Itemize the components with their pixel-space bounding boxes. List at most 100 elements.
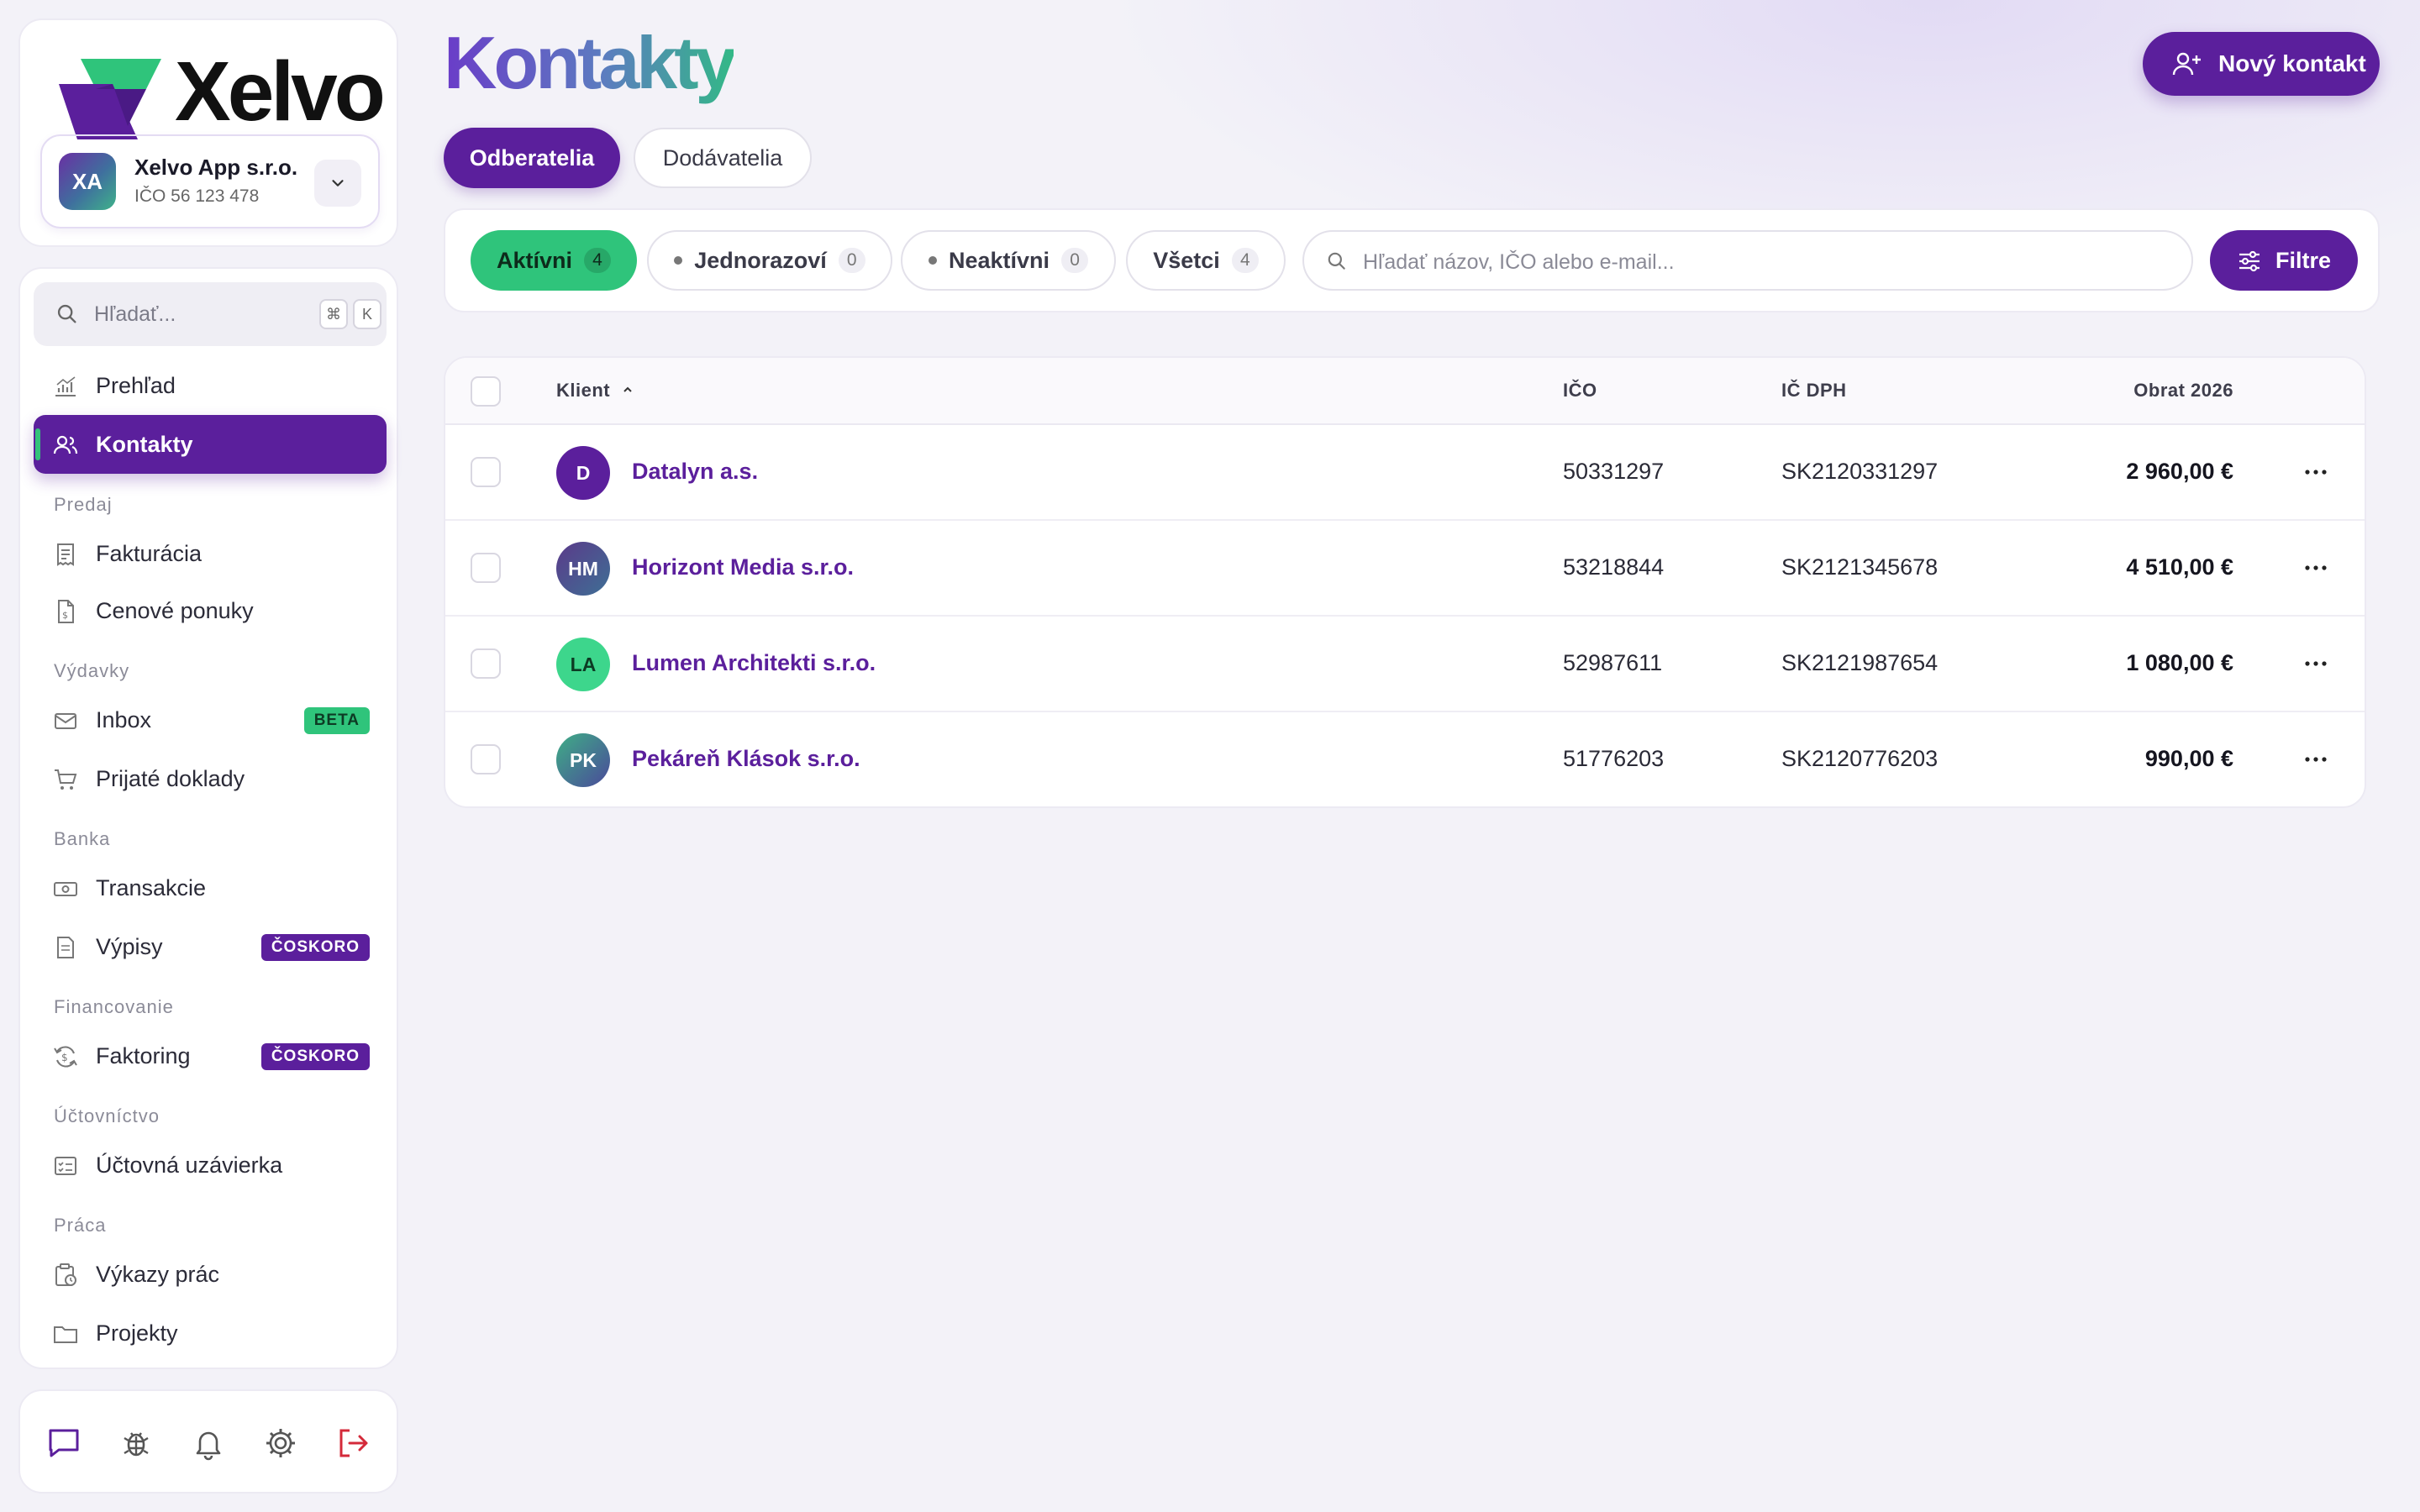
brand-card: Xelvo XA Xelvo App s.r.o. IČO 56 123 478 <box>18 18 398 247</box>
sliders-icon <box>2239 250 2260 272</box>
more-actions-icon[interactable] <box>2299 554 2333 581</box>
shortcut-k-key: K <box>353 299 381 329</box>
section-label-financovanie: Financovanie <box>54 996 174 1017</box>
section-label-vydavky: Výdavky <box>54 660 130 681</box>
table-header: Klient IČO IČ DPH Obrat 2026 <box>445 358 2365 425</box>
tab-odberatelia[interactable]: Odberatelia <box>444 128 620 188</box>
filter-chip-jednorazovi[interactable]: Jednorazoví 0 <box>647 230 892 291</box>
bell-icon[interactable] <box>190 1425 227 1462</box>
sidebar-search-input[interactable]: Hľadať... ⌘ K <box>34 282 387 346</box>
sidebar-item-label: Prehľad <box>96 373 176 398</box>
statement-icon <box>57 937 74 958</box>
client-name-link[interactable]: Horizont Media s.r.o. <box>632 554 854 580</box>
client-avatar: PK <box>556 733 610 787</box>
sidebar-item-transakcie[interactable]: Transakcie <box>34 858 387 917</box>
sidebar-footer <box>18 1389 398 1494</box>
table-row[interactable]: PK Pekáreň Klások s.r.o. 51776203 SK2120… <box>445 712 2365 806</box>
filter-chip-vsetci[interactable]: Všetci 4 <box>1126 230 1286 291</box>
cart-icon <box>55 769 77 790</box>
company-dropdown-button[interactable] <box>314 160 361 207</box>
filter-button-label: Filtre <box>2275 248 2332 273</box>
client-ico: 53218844 <box>1563 554 1665 580</box>
tab-dodavatelia[interactable]: Dodávatelia <box>634 128 812 188</box>
more-actions-icon[interactable] <box>2299 746 2333 773</box>
client-turnover: 4 510,00 € <box>2126 554 2233 580</box>
sidebar-item-projekty[interactable]: Projekty <box>34 1304 387 1362</box>
table-row[interactable]: D Datalyn a.s. 50331297 SK2120331297 2 9… <box>445 425 2365 521</box>
cash-icon <box>54 882 77 896</box>
column-client[interactable]: Klient <box>556 380 634 402</box>
more-actions-icon[interactable] <box>2299 650 2333 677</box>
chip-label: Neaktívni <box>948 247 1050 273</box>
sidebar-item-fakturacia[interactable]: Fakturácia <box>34 524 387 583</box>
column-dic[interactable]: IČ DPH <box>1781 380 1847 402</box>
sidebar-item-vypisy[interactable]: Výpisy ČOSKORO <box>34 917 387 976</box>
chip-count: 4 <box>584 248 612 273</box>
more-actions-icon[interactable] <box>2299 459 2333 486</box>
client-avatar: LA <box>556 638 610 691</box>
client-name-link[interactable]: Pekáreň Klások s.r.o. <box>632 746 860 772</box>
table-row[interactable]: LA Lumen Architekti s.r.o. 52987611 SK21… <box>445 617 2365 712</box>
sidebar-item-label: Transakcie <box>96 875 207 900</box>
sidebar-item-faktoring[interactable]: $ Faktoring ČOSKORO <box>34 1026 387 1085</box>
chip-dot <box>674 256 683 265</box>
sidebar-item-label: Projekty <box>96 1320 178 1346</box>
table-row[interactable]: HM Horizont Media s.r.o. 53218844 SK2121… <box>445 521 2365 617</box>
chip-count: 0 <box>1061 248 1089 273</box>
company-name: Xelvo App s.r.o. <box>134 155 298 180</box>
contacts-table: Klient IČO IČ DPH Obrat 2026 D Datalyn a… <box>444 356 2366 808</box>
brand-logo[interactable]: Xelvo <box>39 40 392 139</box>
filter-bar: Aktívni 4 Jednorazoví 0 Neaktívni 0 Všet… <box>444 208 2380 312</box>
sidebar-item-label: Výpisy <box>96 934 163 959</box>
sidebar-item-prijate-doklady[interactable]: Prijaté doklady <box>34 749 387 808</box>
folder-icon <box>54 1326 77 1343</box>
dollar-refresh-icon: $ <box>54 1046 77 1068</box>
row-checkbox[interactable] <box>471 553 501 583</box>
client-name-link[interactable]: Lumen Architekti s.r.o. <box>632 650 876 676</box>
client-ico: 51776203 <box>1563 746 1665 771</box>
sidebar-item-vykazy-prac[interactable]: Výkazy prác <box>34 1245 387 1304</box>
client-dic: SK2121987654 <box>1781 650 1939 675</box>
sidebar-item-label: Fakturácia <box>96 541 203 566</box>
quote-document-icon: $ <box>58 600 74 623</box>
company-switcher[interactable]: XA Xelvo App s.r.o. IČO 56 123 478 <box>40 134 380 228</box>
filter-button[interactable]: Filtre <box>2210 230 2358 291</box>
section-label-uctovnictvo: Účtovníctvo <box>54 1105 160 1126</box>
sidebar-item-cenove-ponuky[interactable]: $ Cenové ponuky <box>34 581 387 640</box>
sidebar-item-label: Kontakty <box>96 432 193 457</box>
sidebar-item-label: Prijaté doklady <box>96 766 245 791</box>
filter-chip-neaktivni[interactable]: Neaktívni 0 <box>901 230 1116 291</box>
sidebar-item-label: Cenové ponuky <box>96 598 254 623</box>
sidebar-item-label: Inbox <box>96 707 152 732</box>
svg-text:$: $ <box>62 610 68 621</box>
settings-icon[interactable] <box>262 1425 299 1462</box>
contact-search-input[interactable]: Hľadať názov, IČO alebo e-mail... <box>1302 230 2193 291</box>
row-checkbox[interactable] <box>471 457 501 487</box>
svg-text:$: $ <box>61 1052 68 1063</box>
bug-icon[interactable] <box>118 1425 155 1462</box>
new-contact-button[interactable]: Nový kontakt <box>2143 32 2380 96</box>
users-icon <box>53 435 78 454</box>
logo-mark-icon <box>59 59 161 139</box>
company-avatar: XA <box>59 153 116 210</box>
sidebar-item-uctovna-uzavierka[interactable]: Účtovná uzávierka <box>34 1136 387 1194</box>
client-dic: SK2120776203 <box>1781 746 1939 771</box>
checklist-icon <box>55 1157 76 1175</box>
chip-label: Aktívni <box>496 247 573 273</box>
sidebar-item-inbox[interactable]: Inbox BETA <box>34 690 387 749</box>
client-name-link[interactable]: Datalyn a.s. <box>632 459 758 485</box>
invoice-icon <box>57 543 74 566</box>
logout-icon[interactable] <box>334 1425 371 1462</box>
row-checkbox[interactable] <box>471 648 501 679</box>
coming-soon-badge: ČOSKORO <box>260 934 370 961</box>
column-turnover[interactable]: Obrat 2026 <box>2133 380 2233 402</box>
search-icon <box>57 304 76 323</box>
sidebar-item-prehlad[interactable]: Prehľad <box>34 356 387 415</box>
row-checkbox[interactable] <box>471 744 501 774</box>
column-ico[interactable]: IČO <box>1563 380 1597 402</box>
sidebar-item-label: Účtovná uzávierka <box>96 1152 283 1178</box>
sidebar-item-kontakty[interactable]: Kontakty <box>34 415 387 474</box>
filter-chip-aktivni[interactable]: Aktívni 4 <box>471 230 637 291</box>
chat-icon[interactable] <box>45 1425 82 1462</box>
select-all-checkbox[interactable] <box>471 376 501 407</box>
